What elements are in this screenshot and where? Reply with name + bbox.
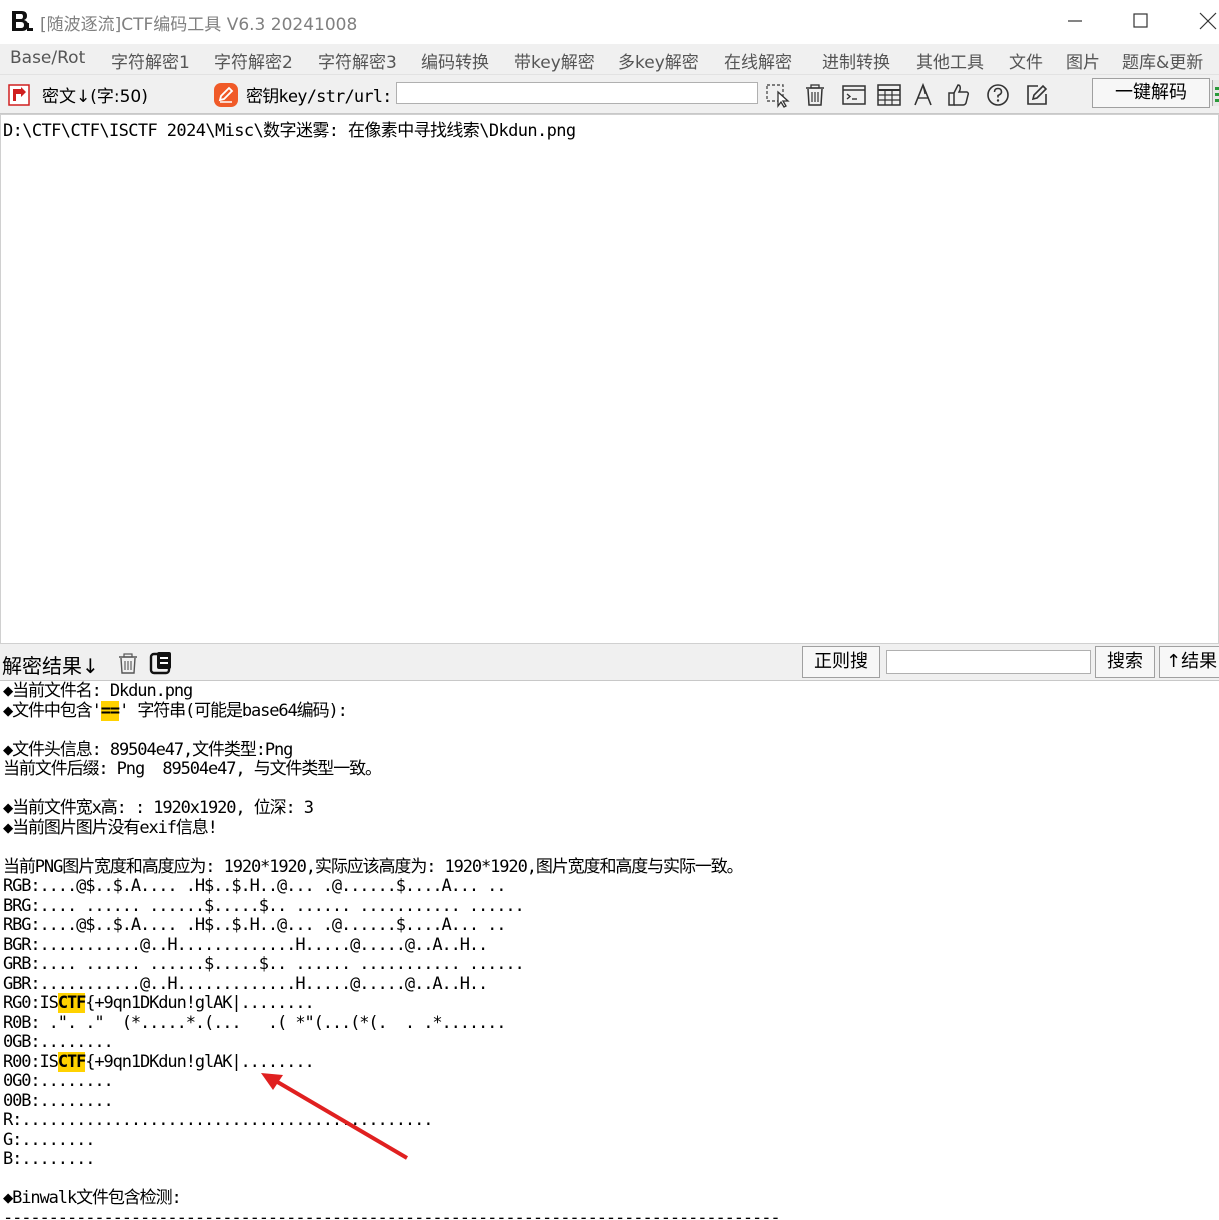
result-bar: 解密结果↓ 正则搜 搜索 ↑结果 [0, 644, 1219, 681]
result-line: B:........ [3, 1149, 95, 1169]
annotation-arrow [261, 1073, 409, 1160]
result-line: ◆文件中包含'==' 字符串(可能是base64编码): [3, 700, 348, 721]
result-line: ◆当前文件宽x高: : 1920x1920, 位深: 3 [3, 798, 314, 818]
result-line: RBG:....@$..$.A.... .H$..$.H..@... .@...… [3, 915, 507, 935]
result-line: RG0:ISCTF{+9qn1DKdun!glAK|........ [3, 993, 315, 1013]
menu-question-bank-update[interactable]: 题库&更新 [1122, 48, 1203, 73]
table-icon[interactable] [876, 82, 902, 108]
terminal-icon[interactable] [841, 82, 867, 108]
clear-result-icon[interactable] [116, 651, 140, 675]
result-line: ◆文件头信息: 89504e47,文件类型:Png [3, 739, 293, 760]
result-line: RGB:....@$..$.A.... .H$..$.H..@... .@...… [3, 876, 507, 896]
result-line: BRG:.... ...... ......$.....$.. ...... .… [3, 895, 525, 916]
thumbs-up-icon[interactable] [946, 82, 972, 108]
menu-online-decrypt[interactable]: 在线解密 [724, 48, 792, 73]
app-logo-icon [10, 9, 34, 33]
result-up-button[interactable]: ↑结果 [1159, 646, 1219, 678]
result-line: 当前文件后缀: Png 89504e47, 与文件类型一致。 [3, 759, 382, 779]
toolbar: 密文↓(字:50) 密钥key/str/url: 一键解码 [0, 75, 1219, 114]
search-button[interactable]: 搜索 [1095, 646, 1155, 678]
key-edit-icon[interactable] [213, 82, 239, 108]
menu-char-decrypt-3[interactable]: 字符解密3 [318, 48, 397, 73]
result-line: BGR:...........@..H.............H.....@.… [3, 934, 488, 955]
menu-image[interactable]: 图片 [1066, 48, 1100, 73]
result-line: GRB:.... ...... ......$.....$.. ...... .… [3, 954, 525, 974]
menu-file[interactable]: 文件 [1009, 48, 1043, 73]
highlight-match: CTF [57, 993, 86, 1013]
title-bar: [随波逐流]CTF编码工具 V6.3 20241008 [0, 0, 1219, 40]
help-icon[interactable] [985, 82, 1011, 108]
result-line: G:........ [3, 1129, 95, 1150]
menu-char-decrypt-2[interactable]: 字符解密2 [214, 48, 293, 73]
select-icon[interactable] [765, 82, 791, 108]
close-icon[interactable] [1192, 8, 1219, 34]
trash-icon[interactable] [802, 82, 828, 108]
maximize-icon[interactable] [1125, 8, 1155, 34]
result-line: 00B:........ [3, 1090, 114, 1111]
result-line: 当前PNG图片宽度和高度应为: 1920*1920,实际应该高度为: 1920*… [3, 856, 744, 877]
menu-char-decrypt-1[interactable]: 字符解密1 [111, 48, 190, 73]
menu-key-decrypt[interactable]: 带key解密 [514, 48, 595, 73]
result-label: 解密结果↓ [2, 654, 99, 678]
result-line: ◆Binwalk文件包含检测: [3, 1188, 182, 1208]
result-line: ----------------------------------------… [3, 1207, 781, 1220]
cipher-label: 密文↓(字:50) [42, 87, 148, 107]
cipher-text: D:\CTF\CTF\ISCTF 2024\Misc\数字迷雾: 在像素中寻找线… [3, 121, 576, 141]
regex-search-button[interactable]: 正则搜 [802, 646, 880, 678]
result-line: ◆当前文件名: Dkdun.png [3, 681, 193, 701]
menu-other-tools[interactable]: 其他工具 [916, 48, 984, 73]
result-line: ◆当前图片图片没有exif信息! [3, 817, 218, 838]
font-icon[interactable] [911, 82, 937, 108]
cipher-import-icon[interactable] [7, 83, 31, 107]
cipher-textarea[interactable]: D:\CTF\CTF\ISCTF 2024\Misc\数字迷雾: 在像素中寻找线… [0, 114, 1219, 644]
menu-base-convert[interactable]: 进制转换 [822, 48, 890, 73]
highlight-match: == [100, 700, 120, 721]
menu-base-rot[interactable]: Base/Rot [10, 48, 85, 68]
key-input[interactable] [396, 82, 758, 104]
key-label: 密钥key/str/url: [246, 87, 392, 107]
result-search-input[interactable] [886, 650, 1091, 674]
menu-multi-key-decrypt[interactable]: 多key解密 [618, 48, 699, 73]
one-click-decode-button[interactable]: 一键解码 [1092, 78, 1210, 108]
menu-encoding-convert[interactable]: 编码转换 [421, 48, 489, 73]
highlight-match: CTF [57, 1051, 86, 1072]
result-textarea[interactable]: ◆当前文件名: Dkdun.png ◆文件中包含'==' 字符串(可能是base6… [0, 681, 1219, 1220]
minimize-icon[interactable] [1060, 8, 1090, 34]
result-line: GBR:...........@..H.............H.....@.… [3, 973, 488, 994]
side-indicator [1212, 80, 1219, 106]
result-line: R00:ISCTF{+9qn1DKdun!glAK|........ [3, 1051, 315, 1072]
menu-bar: Base/Rot 字符解密1 字符解密2 字符解密3 编码转换 带key解密 多… [0, 44, 1219, 75]
result-line: 0G0:........ [3, 1071, 114, 1091]
result-line: 0GB:........ [3, 1032, 114, 1052]
result-line: R0B: .". ." (*.....*.(... .( *"(...(*(. … [3, 1012, 507, 1033]
edit-icon[interactable] [1024, 82, 1050, 108]
copy-result-icon[interactable] [149, 651, 173, 675]
window-title: [随波逐流]CTF编码工具 V6.3 20241008 [40, 15, 358, 35]
